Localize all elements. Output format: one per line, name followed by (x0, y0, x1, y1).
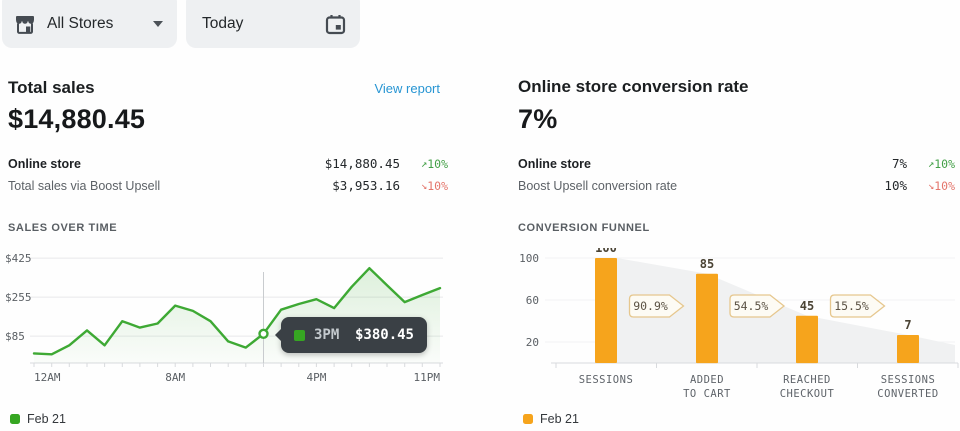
delta-percent: 10% (427, 179, 448, 193)
metric-row-boost-upsell-sales: Total sales via Boost Upsell $3,953.16 ↘… (8, 178, 448, 198)
metric-row-online-store-sales: Online store $14,880.45 ↗10% (8, 156, 448, 176)
svg-text:54.5%: 54.5% (734, 299, 769, 313)
svg-text:ADDED: ADDED (690, 374, 724, 386)
conversion-funnel-chart[interactable]: 100 60 20 100 85 45 7 90.9% 54.5% 15.5% SESSIONS AD… (515, 248, 960, 410)
svg-text:$255: $255 (5, 291, 32, 304)
conversion-funnel-label: CONVERSION FUNNEL (518, 222, 650, 234)
svg-text:15.5%: 15.5% (834, 299, 869, 313)
svg-text:$85: $85 (5, 330, 25, 343)
metric-label: Boost Upsell conversion rate (518, 179, 823, 193)
metric-label: Online store (8, 157, 288, 171)
svg-text:90.9%: 90.9% (633, 299, 668, 313)
total-sales-title: Total sales (8, 78, 95, 98)
svg-text:4PM: 4PM (306, 371, 326, 384)
metric-value: 10% (823, 178, 907, 193)
svg-text:8AM: 8AM (165, 371, 185, 384)
conversion-rate-value: 7% (518, 104, 557, 135)
delta-percent: 10% (427, 157, 448, 171)
svg-text:$425: $425 (5, 252, 32, 265)
conversion-rate-title: Online store conversion rate (518, 77, 749, 97)
chart-tooltip: 3PM $380.45 (281, 317, 427, 353)
svg-text:12AM: 12AM (34, 371, 61, 384)
tooltip-value: $380.45 (355, 327, 414, 343)
metric-delta: ↗10% (907, 157, 955, 171)
legend-funnel: Feb 21 (523, 412, 579, 426)
svg-text:SESSIONS: SESSIONS (881, 374, 936, 386)
legend-label: Feb 21 (27, 412, 66, 426)
metric-value: 7% (823, 156, 907, 171)
metric-delta: ↘10% (907, 179, 955, 193)
svg-text:45: 45 (800, 299, 814, 313)
svg-text:100: 100 (519, 252, 539, 265)
legend-swatch-green (10, 414, 20, 424)
metric-delta: ↗10% (400, 157, 448, 171)
svg-text:11PM: 11PM (414, 371, 441, 384)
svg-text:TO CART: TO CART (683, 388, 731, 400)
svg-text:REACHED: REACHED (783, 374, 831, 386)
svg-text:SESSIONS: SESSIONS (579, 374, 634, 386)
metric-delta: ↘10% (400, 179, 448, 193)
chevron-down-icon (153, 21, 163, 27)
sales-over-time-label: SALES OVER TIME (8, 222, 117, 234)
legend-label: Feb 21 (540, 412, 579, 426)
metric-label: Total sales via Boost Upsell (8, 179, 288, 193)
series-swatch (294, 330, 305, 341)
metric-row-online-store-rate: Online store 7% ↗10% (518, 156, 955, 176)
view-report-link[interactable]: View report (374, 81, 440, 96)
svg-text:CONVERTED: CONVERTED (877, 388, 938, 400)
date-selector-button[interactable]: Today (186, 0, 360, 48)
delta-percent: 10% (934, 157, 955, 171)
delta-percent: 10% (934, 179, 955, 193)
svg-text:85: 85 (700, 257, 714, 271)
calendar-icon (325, 14, 346, 35)
metric-value: $14,880.45 (288, 156, 400, 171)
legend-sales: Feb 21 (10, 412, 66, 426)
metric-value: $3,953.16 (288, 178, 400, 193)
svg-text:CHECKOUT: CHECKOUT (780, 388, 835, 400)
svg-text:7: 7 (904, 318, 911, 332)
store-selector-button[interactable]: All Stores (2, 0, 177, 48)
store-icon (15, 15, 35, 34)
legend-swatch-orange (523, 414, 533, 424)
metric-label: Online store (518, 157, 823, 171)
date-selector-label: Today (202, 15, 243, 33)
svg-text:60: 60 (526, 294, 539, 307)
store-selector-label: All Stores (47, 15, 113, 33)
svg-text:100: 100 (595, 248, 617, 255)
svg-text:20: 20 (526, 336, 539, 349)
total-sales-value: $14,880.45 (8, 104, 145, 135)
tooltip-time: 3PM (314, 327, 355, 343)
metric-row-boost-upsell-rate: Boost Upsell conversion rate 10% ↘10% (518, 178, 955, 198)
